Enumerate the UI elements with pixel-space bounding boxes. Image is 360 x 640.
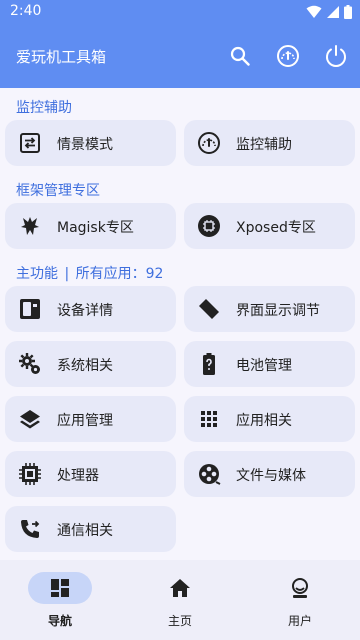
status-bar: 2:40	[0, 0, 360, 24]
speedometer-button[interactable]	[272, 40, 304, 72]
card-telecom[interactable]: 通信相关	[5, 506, 176, 552]
battery-icon	[344, 5, 352, 19]
main-prefix: 主功能	[16, 266, 58, 282]
power-icon	[326, 45, 346, 67]
nav-item-user[interactable]: 用户	[240, 560, 360, 640]
home-icon	[170, 579, 190, 597]
speedometer-icon	[277, 45, 299, 67]
section-title-framework: 框架管理专区	[16, 183, 100, 199]
card-label: 电池管理	[236, 358, 292, 374]
card-battery[interactable]: 电池管理	[184, 341, 355, 387]
card-magisk[interactable]: Magisk专区	[5, 203, 176, 249]
main-apps-count: 92	[145, 266, 164, 282]
card-device-info[interactable]: 设备详情	[5, 286, 176, 332]
nav-label: 导航	[47, 614, 72, 628]
app-bar: 爱玩机工具箱	[0, 24, 360, 88]
card-label: 系统相关	[57, 358, 113, 374]
card-label: Xposed专区	[236, 220, 316, 236]
card-label: 应用管理	[57, 413, 113, 429]
card-label: 应用相关	[236, 413, 292, 429]
layers-icon	[18, 407, 42, 431]
cpu-icon	[18, 462, 42, 486]
phone-forward-icon	[18, 517, 42, 541]
magisk-icon	[18, 214, 42, 238]
gauge-icon	[197, 131, 221, 155]
user-icon	[292, 578, 308, 598]
section-title-monitor: 监控辅助	[16, 100, 72, 116]
app-title: 爱玩机工具箱	[16, 48, 107, 66]
card-label: 监控辅助	[236, 137, 292, 153]
dashboard-icon	[51, 579, 69, 597]
nav-active-indicator	[28, 572, 92, 604]
display-tilt-icon	[197, 297, 221, 321]
main-divider: |	[64, 266, 70, 282]
card-label: 情景模式	[57, 137, 113, 153]
apps-grid-icon	[197, 407, 221, 431]
settings-gears-icon	[18, 352, 42, 376]
card-system[interactable]: 系统相关	[5, 341, 176, 387]
card-label: Magisk专区	[57, 220, 134, 236]
card-label: 文件与媒体	[236, 468, 306, 484]
card-app-related[interactable]: 应用相关	[184, 396, 355, 442]
card-scene-mode[interactable]: 情景模式	[5, 120, 176, 166]
card-display-adjust[interactable]: 界面显示调节	[184, 286, 355, 332]
search-button[interactable]	[224, 40, 256, 72]
status-time: 2:40	[10, 3, 42, 19]
card-label: 界面显示调节	[236, 303, 320, 319]
card-files-media[interactable]: 文件与媒体	[184, 451, 355, 497]
swap-icon	[18, 131, 42, 155]
signal-icon	[327, 6, 339, 18]
card-monitor-aid[interactable]: 监控辅助	[184, 120, 355, 166]
chip-round-icon	[197, 214, 221, 238]
power-button[interactable]	[320, 40, 352, 72]
status-icons	[306, 5, 352, 19]
nav-item-navigation[interactable]: 导航	[0, 560, 120, 640]
nav-pill	[268, 572, 332, 604]
nav-pill	[148, 572, 212, 604]
nav-item-home[interactable]: 主页	[120, 560, 240, 640]
nav-label: 用户	[287, 614, 312, 628]
main-apps-label: 所有应用：	[75, 266, 146, 282]
card-processor[interactable]: 处理器	[5, 451, 176, 497]
nav-label: 主页	[167, 614, 192, 628]
bottom-nav: 导航 主页 用户	[0, 560, 360, 640]
card-xposed[interactable]: Xposed专区	[184, 203, 355, 249]
wifi-icon	[306, 5, 322, 18]
card-label: 处理器	[57, 468, 99, 484]
phone-info-icon	[18, 297, 42, 321]
section-title-main: 主功能 | 所有应用：92	[16, 263, 163, 283]
film-reel-icon	[197, 462, 221, 486]
card-app-manage[interactable]: 应用管理	[5, 396, 176, 442]
search-icon	[230, 46, 250, 66]
card-label: 通信相关	[57, 523, 113, 539]
card-label: 设备详情	[57, 303, 113, 319]
battery-unknown-icon	[197, 352, 221, 376]
